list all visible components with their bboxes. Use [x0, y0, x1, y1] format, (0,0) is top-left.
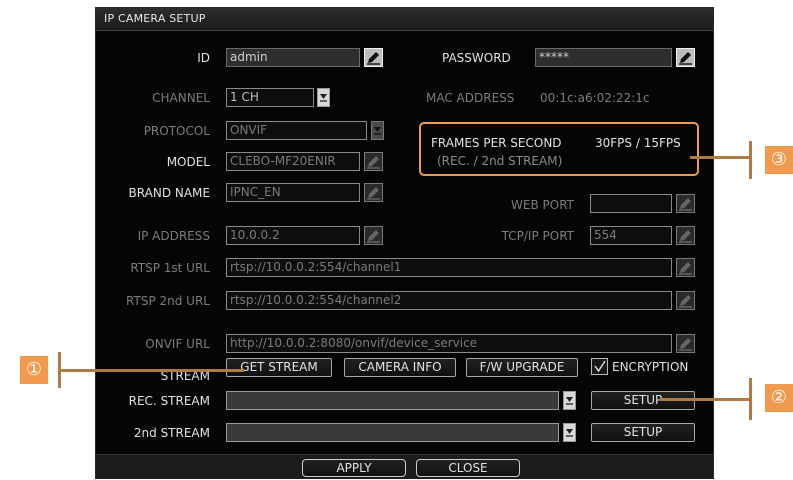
- model-label: MODEL: [166, 155, 210, 169]
- callout-2: ②: [765, 384, 793, 412]
- callout-3: ③: [765, 146, 793, 174]
- edit-icon: [367, 230, 380, 243]
- web-port-field[interactable]: [590, 194, 672, 213]
- callout-1-leader: [61, 369, 244, 372]
- model-field[interactable]: CLEBO-MF20ENIR: [226, 152, 360, 171]
- edit-icon: [679, 198, 692, 211]
- password-edit-button[interactable]: [676, 48, 695, 67]
- ip-edit-button[interactable]: [364, 226, 383, 245]
- model-edit-button[interactable]: [364, 152, 383, 171]
- brand-label: BRAND NAME: [128, 186, 210, 200]
- callout-1: ①: [20, 356, 48, 384]
- mac-label: MAC ADDRESS: [426, 91, 515, 105]
- fps-value: 30FPS / 15FPS: [595, 136, 681, 150]
- rtsp1-label: RTSP 1st URL: [130, 261, 210, 275]
- checkmark-icon: [594, 360, 606, 373]
- dropdown-arrow-icon: [320, 94, 327, 102]
- rtsp2-edit-button[interactable]: [676, 291, 695, 310]
- edit-icon: [679, 295, 692, 308]
- password-label: PASSWORD: [442, 51, 511, 65]
- callout-2-leader: [660, 398, 749, 401]
- brand-field[interactable]: IPNC_EN: [226, 183, 360, 202]
- rec-stream-select[interactable]: [226, 391, 559, 410]
- rtsp1-field[interactable]: rtsp://10.0.0.2:554/channel1: [226, 258, 672, 277]
- callout-3-bracket: [749, 141, 752, 179]
- apply-button[interactable]: APPLY: [302, 459, 406, 477]
- edit-icon: [679, 230, 692, 243]
- title-bar: IP CAMERA SETUP: [96, 8, 713, 31]
- fw-upgrade-button[interactable]: F/W UPGRADE: [466, 358, 578, 377]
- brand-edit-button[interactable]: [364, 183, 383, 202]
- onvif-edit-button[interactable]: [676, 334, 695, 353]
- edit-icon: [679, 262, 692, 275]
- edit-icon: [679, 338, 692, 351]
- second-stream-label: 2nd STREAM: [133, 426, 210, 440]
- id-label: ID: [197, 51, 210, 65]
- password-field[interactable]: *****: [535, 48, 672, 67]
- onvif-field[interactable]: http://10.0.0.2:8080/onvif/device_servic…: [226, 334, 672, 353]
- get-stream-button[interactable]: GET STREAM: [226, 358, 332, 377]
- web-port-label: WEB PORT: [511, 198, 574, 212]
- rtsp1-edit-button[interactable]: [676, 258, 695, 277]
- tcp-port-label: TCP/IP PORT: [501, 229, 574, 243]
- dialog-title: IP CAMERA SETUP: [104, 12, 206, 25]
- ip-camera-setup-dialog: IP CAMERA SETUP ID admin PASSWORD ***** …: [96, 8, 713, 479]
- camera-info-button[interactable]: CAMERA INFO: [344, 358, 456, 377]
- protocol-label: PROTOCOL: [143, 124, 210, 138]
- ip-field[interactable]: 10.0.0.2: [226, 226, 360, 245]
- tcp-port-field[interactable]: 554: [590, 226, 672, 245]
- edit-icon: [367, 156, 380, 169]
- id-field[interactable]: admin: [226, 48, 360, 67]
- close-button[interactable]: CLOSE: [416, 459, 520, 477]
- second-stream-select[interactable]: [226, 423, 559, 442]
- rec-stream-dropdown[interactable]: [563, 391, 576, 410]
- encryption-checkbox[interactable]: [591, 358, 608, 375]
- onvif-label: ONVIF URL: [145, 337, 210, 351]
- ip-label: IP ADDRESS: [137, 229, 210, 243]
- dropdown-arrow-icon: [566, 429, 573, 437]
- callout-2-bracket: [749, 378, 752, 420]
- channel-dropdown[interactable]: [317, 88, 330, 107]
- dropdown-arrow-icon: [374, 127, 381, 135]
- callout-3-leader: [690, 156, 749, 159]
- rtsp2-field[interactable]: rtsp://10.0.0.2:554/channel2: [226, 291, 672, 310]
- fps-label: FRAMES PER SECOND: [431, 136, 562, 150]
- edit-icon: [367, 52, 380, 65]
- encryption-label: ENCRYPTION: [612, 360, 689, 374]
- edit-icon: [679, 52, 692, 65]
- protocol-select[interactable]: ONVIF: [226, 121, 367, 140]
- channel-label: CHANNEL: [152, 91, 210, 105]
- second-stream-dropdown[interactable]: [563, 423, 576, 442]
- rec-stream-label: REC. STREAM: [128, 394, 210, 408]
- edit-icon: [367, 187, 380, 200]
- mac-value: 00:1c:a6:02:22:1c: [540, 91, 650, 105]
- rtsp2-label: RTSP 2nd URL: [126, 294, 210, 308]
- web-port-edit-button[interactable]: [676, 194, 695, 213]
- fps-sublabel: (REC. / 2nd STREAM): [437, 154, 563, 168]
- protocol-dropdown[interactable]: [371, 121, 384, 140]
- channel-select[interactable]: 1 CH: [226, 88, 314, 107]
- id-edit-button[interactable]: [364, 48, 383, 67]
- tcp-port-edit-button[interactable]: [676, 226, 695, 245]
- second-stream-setup-button[interactable]: SETUP: [591, 423, 695, 442]
- dropdown-arrow-icon: [566, 397, 573, 405]
